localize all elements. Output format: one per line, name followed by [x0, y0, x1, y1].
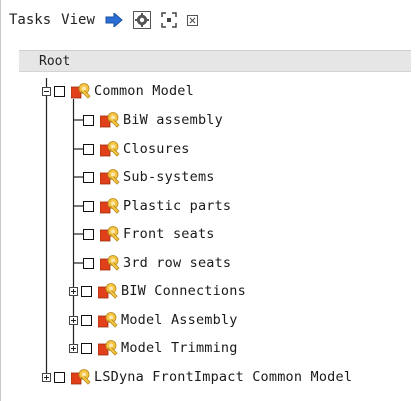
visibility-checkbox[interactable]: [83, 114, 94, 126]
tree-node-3rd-row-seats[interactable]: 3rd row seats: [83, 252, 231, 274]
tree-node-plastic-parts[interactable]: Plastic parts: [83, 195, 231, 217]
tree-node-sub-systems[interactable]: Sub-systems: [83, 166, 215, 188]
close-box-icon[interactable]: [186, 14, 198, 26]
node-label: BiW assembly: [123, 112, 223, 128]
tree-node-model-trimming[interactable]: Model Trimming: [69, 337, 238, 359]
model-part-icon: [100, 197, 120, 215]
expand-toggle[interactable]: [69, 315, 78, 325]
node-label: Plastic parts: [123, 198, 232, 214]
node-label: LSDyna FrontImpact Common Model: [94, 369, 353, 385]
expand-toggle[interactable]: [42, 372, 51, 382]
tree-root-header[interactable]: Root: [19, 50, 411, 72]
tree-node-common-model[interactable]: Common Model: [42, 80, 194, 102]
expand-toggle[interactable]: [69, 343, 78, 353]
node-label: Sub-systems: [123, 169, 215, 185]
model-part-icon: [100, 111, 120, 129]
model-part-icon: [98, 282, 118, 300]
menu-tasks[interactable]: Tasks: [9, 12, 51, 28]
menu-view[interactable]: View: [61, 12, 95, 28]
visibility-checkbox[interactable]: [83, 143, 94, 155]
node-label: Closures: [123, 141, 190, 157]
tree-node-lsdyna-frontimpact[interactable]: LSDyna FrontImpact Common Model: [42, 366, 352, 388]
collapse-toggle[interactable]: [42, 86, 51, 96]
visibility-checkbox[interactable]: [81, 314, 92, 326]
visibility-checkbox[interactable]: [83, 200, 94, 212]
tree-node-front-seats[interactable]: Front seats: [83, 223, 215, 245]
fit-view-icon[interactable]: [161, 12, 177, 28]
model-part-icon: [71, 82, 91, 100]
node-label: 3rd row seats: [123, 255, 232, 271]
model-part-icon: [100, 168, 120, 186]
arrow-right-icon[interactable]: [105, 13, 123, 27]
visibility-checkbox[interactable]: [54, 85, 65, 97]
tree-node-closures[interactable]: Closures: [83, 138, 190, 160]
visibility-checkbox[interactable]: [83, 171, 94, 183]
model-part-icon: [98, 339, 118, 357]
model-part-icon: [100, 225, 120, 243]
node-label: Model Assembly: [121, 312, 238, 328]
root-label: Root: [39, 53, 71, 69]
visibility-checkbox[interactable]: [81, 285, 92, 297]
visibility-checkbox[interactable]: [81, 342, 92, 354]
model-part-icon: [98, 311, 118, 329]
tree-node-biw-assembly[interactable]: BiW assembly: [83, 109, 223, 131]
model-tree: Common Model BiW assembly Closures Sub-s…: [1, 72, 419, 401]
expand-toggle[interactable]: [69, 286, 78, 296]
model-part-icon: [100, 254, 120, 272]
toolbar: Tasks View: [1, 0, 419, 40]
model-tree-panel: Tasks View Root Common Model BiW assembl…: [0, 0, 419, 401]
node-label: BIW Connections: [121, 283, 246, 299]
visibility-checkbox[interactable]: [83, 257, 94, 269]
model-part-icon: [71, 368, 91, 386]
visibility-checkbox[interactable]: [83, 228, 94, 240]
tree-node-model-assembly[interactable]: Model Assembly: [69, 309, 238, 331]
model-part-icon: [100, 140, 120, 158]
settings-gear-icon[interactable]: [132, 11, 151, 29]
node-label: Common Model: [94, 83, 194, 99]
tree-node-biw-connections[interactable]: BIW Connections: [69, 280, 246, 302]
node-label: Front seats: [123, 226, 215, 242]
node-label: Model Trimming: [121, 340, 238, 356]
visibility-checkbox[interactable]: [54, 371, 65, 383]
